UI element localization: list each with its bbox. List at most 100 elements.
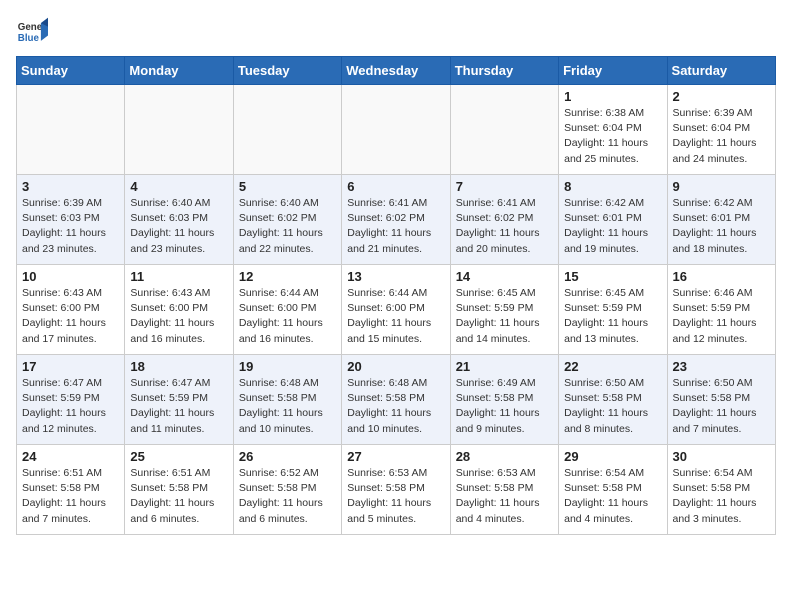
calendar-cell xyxy=(233,85,341,175)
day-info: Sunrise: 6:41 AMSunset: 6:02 PMDaylight:… xyxy=(347,196,444,257)
calendar-table: SundayMondayTuesdayWednesdayThursdayFrid… xyxy=(16,56,776,535)
day-number: 20 xyxy=(347,359,444,374)
calendar-week-row: 10 Sunrise: 6:43 AMSunset: 6:00 PMDayligh… xyxy=(17,265,776,355)
day-number: 24 xyxy=(22,449,119,464)
day-number: 25 xyxy=(130,449,227,464)
day-number: 16 xyxy=(673,269,770,284)
day-number: 1 xyxy=(564,89,661,104)
day-number: 15 xyxy=(564,269,661,284)
day-number: 27 xyxy=(347,449,444,464)
day-info: Sunrise: 6:42 AMSunset: 6:01 PMDaylight:… xyxy=(673,196,770,257)
day-info: Sunrise: 6:49 AMSunset: 5:58 PMDaylight:… xyxy=(456,376,553,437)
calendar-cell: 23 Sunrise: 6:50 AMSunset: 5:58 PMDayligh… xyxy=(667,355,775,445)
calendar-cell: 1 Sunrise: 6:38 AMSunset: 6:04 PMDaylight… xyxy=(559,85,667,175)
calendar-cell: 30 Sunrise: 6:54 AMSunset: 5:58 PMDayligh… xyxy=(667,445,775,535)
calendar-week-row: 17 Sunrise: 6:47 AMSunset: 5:59 PMDayligh… xyxy=(17,355,776,445)
day-number: 2 xyxy=(673,89,770,104)
calendar-cell: 20 Sunrise: 6:48 AMSunset: 5:58 PMDayligh… xyxy=(342,355,450,445)
day-number: 17 xyxy=(22,359,119,374)
day-info: Sunrise: 6:42 AMSunset: 6:01 PMDaylight:… xyxy=(564,196,661,257)
calendar-cell: 6 Sunrise: 6:41 AMSunset: 6:02 PMDaylight… xyxy=(342,175,450,265)
calendar-cell: 24 Sunrise: 6:51 AMSunset: 5:58 PMDayligh… xyxy=(17,445,125,535)
day-number: 22 xyxy=(564,359,661,374)
calendar-cell: 15 Sunrise: 6:45 AMSunset: 5:59 PMDayligh… xyxy=(559,265,667,355)
weekday-header-tuesday: Tuesday xyxy=(233,57,341,85)
day-number: 8 xyxy=(564,179,661,194)
day-info: Sunrise: 6:44 AMSunset: 6:00 PMDaylight:… xyxy=(347,286,444,347)
day-info: Sunrise: 6:51 AMSunset: 5:58 PMDaylight:… xyxy=(22,466,119,527)
calendar-cell: 11 Sunrise: 6:43 AMSunset: 6:00 PMDayligh… xyxy=(125,265,233,355)
calendar-week-row: 1 Sunrise: 6:38 AMSunset: 6:04 PMDaylight… xyxy=(17,85,776,175)
day-number: 29 xyxy=(564,449,661,464)
day-number: 5 xyxy=(239,179,336,194)
day-info: Sunrise: 6:45 AMSunset: 5:59 PMDaylight:… xyxy=(456,286,553,347)
weekday-header-wednesday: Wednesday xyxy=(342,57,450,85)
day-number: 14 xyxy=(456,269,553,284)
calendar-cell: 8 Sunrise: 6:42 AMSunset: 6:01 PMDaylight… xyxy=(559,175,667,265)
logo-icon: General Blue xyxy=(16,16,48,48)
day-number: 19 xyxy=(239,359,336,374)
calendar-cell: 21 Sunrise: 6:49 AMSunset: 5:58 PMDayligh… xyxy=(450,355,558,445)
page-header: General Blue xyxy=(16,16,776,48)
day-info: Sunrise: 6:39 AMSunset: 6:03 PMDaylight:… xyxy=(22,196,119,257)
calendar-cell: 27 Sunrise: 6:53 AMSunset: 5:58 PMDayligh… xyxy=(342,445,450,535)
day-info: Sunrise: 6:38 AMSunset: 6:04 PMDaylight:… xyxy=(564,106,661,167)
day-number: 23 xyxy=(673,359,770,374)
calendar-cell: 3 Sunrise: 6:39 AMSunset: 6:03 PMDaylight… xyxy=(17,175,125,265)
day-number: 7 xyxy=(456,179,553,194)
day-info: Sunrise: 6:39 AMSunset: 6:04 PMDaylight:… xyxy=(673,106,770,167)
day-number: 13 xyxy=(347,269,444,284)
day-info: Sunrise: 6:51 AMSunset: 5:58 PMDaylight:… xyxy=(130,466,227,527)
day-number: 21 xyxy=(456,359,553,374)
calendar-week-row: 24 Sunrise: 6:51 AMSunset: 5:58 PMDayligh… xyxy=(17,445,776,535)
calendar-cell: 19 Sunrise: 6:48 AMSunset: 5:58 PMDayligh… xyxy=(233,355,341,445)
day-info: Sunrise: 6:43 AMSunset: 6:00 PMDaylight:… xyxy=(22,286,119,347)
day-info: Sunrise: 6:50 AMSunset: 5:58 PMDaylight:… xyxy=(564,376,661,437)
day-number: 12 xyxy=(239,269,336,284)
day-info: Sunrise: 6:43 AMSunset: 6:00 PMDaylight:… xyxy=(130,286,227,347)
day-info: Sunrise: 6:47 AMSunset: 5:59 PMDaylight:… xyxy=(130,376,227,437)
day-number: 28 xyxy=(456,449,553,464)
calendar-cell: 18Sunrise: 6:47 AMSunset: 5:59 PMDayligh… xyxy=(125,355,233,445)
calendar-cell: 5 Sunrise: 6:40 AMSunset: 6:02 PMDaylight… xyxy=(233,175,341,265)
day-number: 6 xyxy=(347,179,444,194)
calendar-cell: 22 Sunrise: 6:50 AMSunset: 5:58 PMDayligh… xyxy=(559,355,667,445)
day-info: Sunrise: 6:48 AMSunset: 5:58 PMDaylight:… xyxy=(347,376,444,437)
weekday-header-thursday: Thursday xyxy=(450,57,558,85)
day-info: Sunrise: 6:48 AMSunset: 5:58 PMDaylight:… xyxy=(239,376,336,437)
calendar-header-row: SundayMondayTuesdayWednesdayThursdayFrid… xyxy=(17,57,776,85)
day-info: Sunrise: 6:44 AMSunset: 6:00 PMDaylight:… xyxy=(239,286,336,347)
calendar-cell xyxy=(450,85,558,175)
day-number: 3 xyxy=(22,179,119,194)
day-info: Sunrise: 6:46 AMSunset: 5:59 PMDaylight:… xyxy=(673,286,770,347)
weekday-header-saturday: Saturday xyxy=(667,57,775,85)
day-number: 11 xyxy=(130,269,227,284)
day-number: 10 xyxy=(22,269,119,284)
calendar-cell: 13 Sunrise: 6:44 AMSunset: 6:00 PMDayligh… xyxy=(342,265,450,355)
calendar-cell: 12 Sunrise: 6:44 AMSunset: 6:00 PMDayligh… xyxy=(233,265,341,355)
day-info: Sunrise: 6:54 AMSunset: 5:58 PMDaylight:… xyxy=(673,466,770,527)
weekday-header-friday: Friday xyxy=(559,57,667,85)
day-info: Sunrise: 6:53 AMSunset: 5:58 PMDaylight:… xyxy=(347,466,444,527)
calendar-cell: 4Sunrise: 6:40 AMSunset: 6:03 PMDaylight… xyxy=(125,175,233,265)
calendar-cell: 10 Sunrise: 6:43 AMSunset: 6:00 PMDayligh… xyxy=(17,265,125,355)
weekday-header-monday: Monday xyxy=(125,57,233,85)
weekday-header-sunday: Sunday xyxy=(17,57,125,85)
day-info: Sunrise: 6:45 AMSunset: 5:59 PMDaylight:… xyxy=(564,286,661,347)
calendar-cell: 17 Sunrise: 6:47 AMSunset: 5:59 PMDayligh… xyxy=(17,355,125,445)
calendar-cell xyxy=(125,85,233,175)
day-info: Sunrise: 6:47 AMSunset: 5:59 PMDaylight:… xyxy=(22,376,119,437)
calendar-cell: 16 Sunrise: 6:46 AMSunset: 5:59 PMDayligh… xyxy=(667,265,775,355)
calendar-cell: 2 Sunrise: 6:39 AMSunset: 6:04 PMDaylight… xyxy=(667,85,775,175)
day-info: Sunrise: 6:40 AMSunset: 6:02 PMDaylight:… xyxy=(239,196,336,257)
calendar-cell: 7 Sunrise: 6:41 AMSunset: 6:02 PMDaylight… xyxy=(450,175,558,265)
calendar-cell: 25 Sunrise: 6:51 AMSunset: 5:58 PMDayligh… xyxy=(125,445,233,535)
day-number: 30 xyxy=(673,449,770,464)
calendar-cell xyxy=(17,85,125,175)
calendar-cell: 28Sunrise: 6:53 AMSunset: 5:58 PMDayligh… xyxy=(450,445,558,535)
logo: General Blue xyxy=(16,16,52,48)
svg-text:Blue: Blue xyxy=(18,33,40,44)
calendar-cell: 29Sunrise: 6:54 AMSunset: 5:58 PMDayligh… xyxy=(559,445,667,535)
day-info: Sunrise: 6:41 AMSunset: 6:02 PMDaylight:… xyxy=(456,196,553,257)
day-info: Sunrise: 6:50 AMSunset: 5:58 PMDaylight:… xyxy=(673,376,770,437)
